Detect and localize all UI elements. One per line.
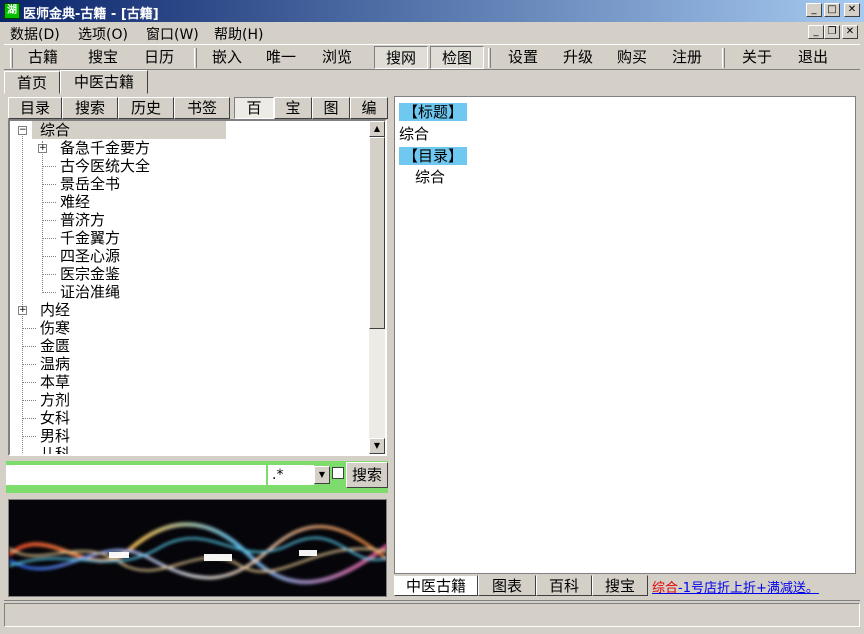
window-title: 医师金典-古籍 - [古籍]: [23, 7, 159, 22]
tree-node[interactable]: 千金翼方: [60, 229, 120, 247]
toolbar-grip[interactable]: [10, 48, 13, 68]
search-panel: .* ▼ 搜索: [6, 461, 388, 493]
tree-node[interactable]: 温病: [40, 355, 70, 373]
tab-bookmarks[interactable]: 书签: [174, 97, 230, 119]
menu-window[interactable]: 窗口(W): [146, 24, 199, 44]
app-icon: 湖: [4, 3, 20, 19]
ad-link-text: -1号店折上折+满减送。: [678, 581, 819, 596]
minimize-icon[interactable]: _: [806, 3, 822, 17]
left-panel-tabs: 目录 搜索 历史 书签 百 宝 图 编: [8, 97, 388, 119]
toolbar-unique-button[interactable]: 唯一: [258, 46, 304, 69]
ad-link[interactable]: 综合-1号店折上折+满减送。: [652, 577, 819, 596]
title-value: 综合: [399, 125, 430, 143]
tab-baike[interactable]: 百: [234, 97, 274, 119]
tab-bottom-baike[interactable]: 百科: [536, 575, 592, 596]
tab-bottom-tcm[interactable]: 中医古籍: [394, 575, 478, 596]
status-cell: [4, 603, 860, 627]
toolbar-exit-button[interactable]: 退出: [790, 46, 836, 69]
search-button[interactable]: 搜索: [346, 462, 388, 488]
tab-bottom-soubao[interactable]: 搜宝: [592, 575, 648, 596]
tab-history[interactable]: 历史: [118, 97, 174, 119]
tab-tu[interactable]: 图: [312, 97, 350, 119]
regex-combobox[interactable]: .*: [268, 465, 314, 485]
tree-node[interactable]: 方剂: [40, 391, 70, 409]
ad-link-category: 综合: [652, 581, 679, 596]
toolbar-browse-button[interactable]: 浏览: [314, 46, 360, 69]
toolbar-search-web-button[interactable]: 搜网: [374, 46, 428, 69]
tree-node[interactable]: 备急千金要方: [60, 139, 150, 157]
title-tag: 【标题】: [399, 103, 468, 121]
toolbar-embed-button[interactable]: 嵌入: [204, 46, 250, 69]
decorative-light-banner: [8, 499, 387, 597]
menu-bar: 数据(D) 选项(O) 窗口(W) 帮助(H) _ ❐ ✕: [0, 22, 864, 44]
tree-node[interactable]: 景岳全书: [60, 175, 120, 193]
toolbar-search-image-button[interactable]: 检图: [430, 46, 484, 69]
tree-node[interactable]: 证治准绳: [60, 283, 120, 301]
catalog-tree[interactable]: − 综合 + 备急千金要方 古今医统大全 景岳全书 难经 普济方 千金翼方 四圣…: [8, 119, 387, 456]
collapse-icon[interactable]: −: [18, 126, 27, 135]
tree-node[interactable]: 金匮: [40, 337, 70, 355]
toolbar-settings-button[interactable]: 设置: [500, 46, 546, 69]
tab-bian[interactable]: 编: [350, 97, 388, 119]
tab-home[interactable]: 首页: [4, 71, 60, 94]
toolbar: 古籍 搜宝 日历 嵌入 唯一 浏览 搜网 检图 设置 升级 购买 注册 关于 退…: [4, 44, 860, 70]
expand-icon[interactable]: +: [38, 144, 47, 153]
toolbar-calendar-button[interactable]: 日历: [136, 46, 182, 69]
toolbar-soubao-button[interactable]: 搜宝: [80, 46, 126, 69]
mdi-minimize-icon[interactable]: _: [808, 25, 824, 39]
toolbar-upgrade-button[interactable]: 升级: [555, 46, 601, 69]
tree-node[interactable]: 内经: [40, 301, 70, 319]
scroll-up-icon[interactable]: ▲: [369, 121, 385, 137]
mdi-restore-icon[interactable]: ❐: [824, 25, 840, 39]
mdi-close-icon[interactable]: ✕: [842, 25, 858, 39]
tree-node[interactable]: 男科: [40, 427, 70, 445]
tab-tcm-classics[interactable]: 中医古籍: [60, 70, 148, 94]
tree-node[interactable]: 普济方: [60, 211, 105, 229]
tree-node[interactable]: 四圣心源: [60, 247, 120, 265]
regex-checkbox[interactable]: [332, 467, 344, 479]
close-icon[interactable]: ✕: [844, 3, 860, 17]
tree-node[interactable]: 医宗金鉴: [60, 265, 120, 283]
tree-node[interactable]: 难经: [60, 193, 90, 211]
toc-link[interactable]: 综合: [415, 168, 445, 186]
toolbar-register-button[interactable]: 注册: [664, 46, 710, 69]
menu-data[interactable]: 数据(D): [10, 24, 60, 44]
tree-node[interactable]: 古今医统大全: [60, 157, 150, 175]
menu-help[interactable]: 帮助(H): [214, 24, 263, 44]
tree-node-selected[interactable]: 综合: [32, 121, 226, 139]
status-bar: [4, 600, 860, 630]
bottom-tabs: 中医古籍 图表 百科 搜宝 综合-1号店折上折+满减送。: [394, 575, 856, 597]
tree-node[interactable]: 儿科: [40, 445, 70, 454]
toolbar-about-button[interactable]: 关于: [734, 46, 780, 69]
toolbar-grip[interactable]: [488, 48, 491, 68]
toolbar-grip[interactable]: [194, 48, 197, 68]
tree-scrollbar[interactable]: ▲ ▼: [369, 121, 385, 454]
expand-icon[interactable]: +: [18, 306, 27, 315]
tab-bao[interactable]: 宝: [274, 97, 312, 119]
scroll-down-icon[interactable]: ▼: [369, 438, 385, 454]
toc-tag: 【目录】: [399, 147, 468, 165]
maximize-icon[interactable]: □: [824, 3, 840, 17]
tab-bottom-charts[interactable]: 图表: [478, 575, 536, 596]
chevron-down-icon[interactable]: ▼: [314, 466, 330, 484]
tab-catalog[interactable]: 目录: [8, 97, 62, 119]
tree-node[interactable]: 本草: [40, 373, 70, 391]
tree-node[interactable]: 女科: [40, 409, 70, 427]
document-tabs: 首页 中医古籍: [4, 70, 860, 94]
tab-search[interactable]: 搜索: [62, 97, 118, 119]
toolbar-buy-button[interactable]: 购买: [609, 46, 655, 69]
search-input[interactable]: [6, 465, 266, 485]
toolbar-grip[interactable]: [722, 48, 725, 68]
toolbar-guji-button[interactable]: 古籍: [20, 46, 66, 69]
tree-node[interactable]: 伤寒: [40, 319, 70, 337]
scroll-thumb[interactable]: [369, 137, 385, 329]
menu-options[interactable]: 选项(O): [78, 24, 128, 44]
title-bar[interactable]: 湖 医师金典-古籍 - [古籍] _ □ ✕: [0, 0, 864, 22]
content-pane[interactable]: 【标题】 综合 【目录】 综合: [394, 96, 856, 574]
